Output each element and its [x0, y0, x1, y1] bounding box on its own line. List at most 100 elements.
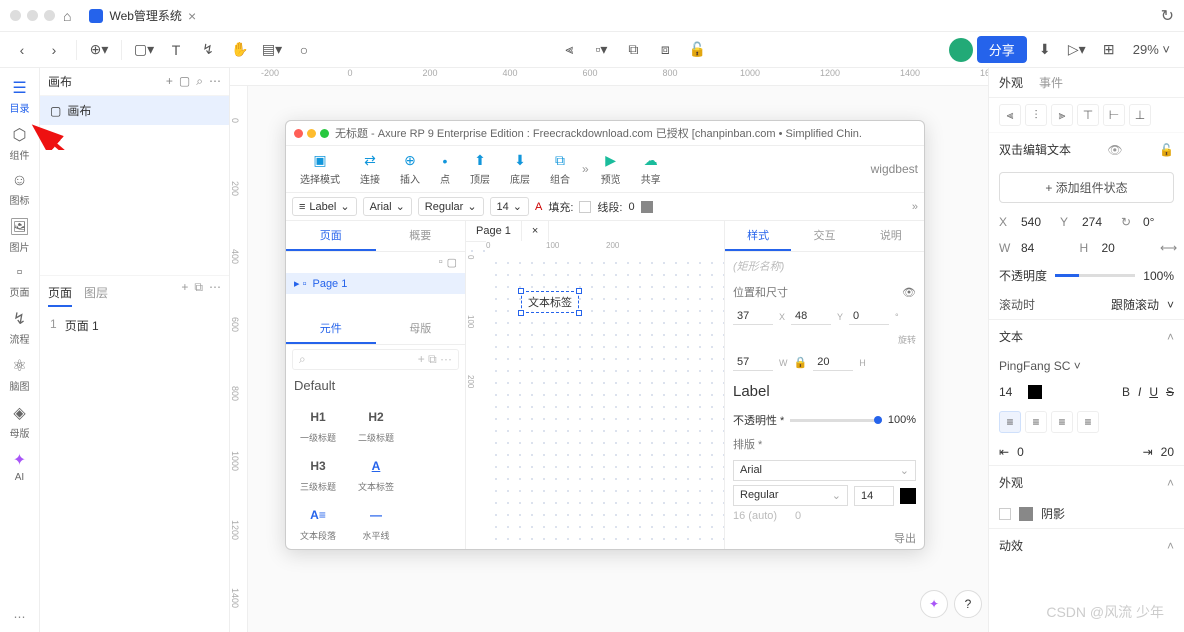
download-icon[interactable]: ⬇ [1031, 36, 1059, 64]
ax-y[interactable]: 48 [791, 308, 831, 325]
strike-icon[interactable]: S [1166, 385, 1174, 399]
ax-export[interactable]: 导出 [894, 530, 916, 546]
ax-tab-interact[interactable]: 交互 [791, 221, 857, 251]
text-tool[interactable]: T [162, 36, 190, 64]
lib-h3[interactable]: H3三级标题 [290, 450, 346, 497]
line-val[interactable]: 0 [628, 201, 634, 213]
ax-w[interactable]: 57 [733, 354, 773, 371]
rail-icons[interactable]: ☺图标 [0, 168, 39, 211]
share-button[interactable]: 分享 [977, 36, 1027, 63]
align-r-icon[interactable]: ⫸ [1051, 104, 1073, 126]
rail-more[interactable]: ⋯ [6, 602, 34, 632]
ax-search[interactable]: ⌕+ ⧉ ⋯ [292, 349, 459, 370]
ai-sparkle-button[interactable]: ✦ [920, 590, 948, 618]
ax-page-item[interactable]: ▸ ▫ Page 1 [286, 273, 465, 294]
color-swatch[interactable] [1028, 385, 1042, 399]
ax-selected-widget[interactable]: 文本标签 [521, 291, 579, 313]
ax-shape-name[interactable]: (矩形名称) [725, 252, 924, 280]
ax-tab-widgets[interactable]: 元件 [286, 314, 376, 344]
unlock-icon[interactable]: 🔓 [683, 36, 711, 64]
ax-tab-page[interactable]: 页面 [286, 221, 376, 251]
ax-select-mode[interactable]: ▣选择模式 [292, 150, 348, 188]
home-icon[interactable]: ⌂ [63, 8, 71, 24]
lib-h2[interactable]: H2二级标题 [348, 401, 404, 448]
rail-outline[interactable]: ☰目录 [0, 74, 39, 119]
ax-user[interactable]: wigdbest [871, 162, 918, 176]
browser-tab[interactable]: Web管理系统 × [79, 3, 206, 28]
ax-group[interactable]: ⧉组合 [542, 150, 578, 188]
add-canvas-icon[interactable]: + [166, 74, 173, 89]
ax-color-icon[interactable]: A [535, 201, 542, 213]
canvas-item[interactable]: ▢ 画布 [40, 96, 229, 125]
ax-x[interactable]: 37 [733, 308, 773, 325]
align-right-icon[interactable]: ≡ [1051, 411, 1073, 433]
add-icon[interactable]: ▫ [439, 256, 443, 269]
ax-opacity-val[interactable]: 100% [888, 414, 916, 426]
play-icon[interactable]: ▷▾ [1063, 36, 1091, 64]
eye-icon[interactable]: 👁 [1107, 143, 1122, 157]
close-icon[interactable]: × [188, 8, 196, 24]
rail-ai[interactable]: ✦AI [0, 446, 39, 487]
tab-layer[interactable]: 图层 [84, 280, 108, 307]
rect-tool[interactable]: ▢▾ [130, 36, 158, 64]
ax-tab-masters[interactable]: 母版 [376, 314, 466, 344]
ax-weight-dd[interactable]: Regular⌄ [733, 485, 848, 506]
ax-preview[interactable]: ▶预览 [593, 150, 629, 188]
align-b-icon[interactable]: ⊥ [1129, 104, 1151, 126]
ax-h[interactable]: 20 [813, 354, 853, 371]
ax-tab-notes[interactable]: 说明 [858, 221, 924, 251]
ax-size-dd[interactable]: 14 [854, 486, 894, 506]
chevron-down-icon[interactable]: ˅ [1167, 298, 1174, 312]
back-button[interactable]: ‹ [8, 36, 36, 64]
ax-color[interactable] [900, 488, 916, 504]
more-icon[interactable]: ⋯ [209, 280, 221, 307]
tab-page[interactable]: 页面 [48, 280, 72, 307]
lib-h1[interactable]: H1一级标题 [290, 401, 346, 448]
shape-tool[interactable]: ○ [290, 36, 318, 64]
align-left-icon[interactable]: ⫷ [555, 36, 583, 64]
text-section[interactable]: 文本˄ [989, 319, 1184, 353]
link-tool[interactable]: ↯ [194, 36, 222, 64]
help-button[interactable]: ? [954, 590, 982, 618]
align-justify-icon[interactable]: ≡ [1077, 411, 1099, 433]
effects-section[interactable]: 动效˄ [989, 528, 1184, 562]
rail-mindmap[interactable]: ⚛脑图 [0, 352, 39, 397]
search-icon[interactable]: ⌕ [196, 74, 203, 89]
page-row-1[interactable]: 1 页面 1 [40, 311, 229, 340]
lock-icon[interactable]: 🔒 [794, 356, 808, 369]
rail-flow[interactable]: ↯流程 [0, 305, 39, 350]
bold-icon[interactable]: B [1122, 385, 1130, 399]
align-center-icon[interactable]: ≡ [1025, 411, 1047, 433]
copy-icon[interactable]: ⧉ [194, 280, 203, 307]
hand-tool[interactable]: ✋ [226, 36, 254, 64]
ax-back[interactable]: ⬇底层 [502, 150, 538, 188]
layout-icon[interactable]: ⊞ [1095, 36, 1123, 64]
ax-rot[interactable]: 0 [849, 308, 889, 325]
group-icon[interactable]: ⧉ [619, 36, 647, 64]
unlock-icon[interactable]: 🔓 [1159, 143, 1174, 157]
axure-canvas[interactable]: Page 1× 0100200 0100200 文本标签 [466, 221, 724, 549]
ax-widget-type[interactable]: ≡ Label ⌄ [292, 197, 357, 216]
lib-label[interactable]: A文本标签 [348, 450, 404, 497]
lib-paragraph[interactable]: A≡文本段落 [290, 499, 346, 546]
constrain-icon[interactable]: ⟷ [1160, 241, 1174, 255]
rail-components[interactable]: ⬡组件 [0, 121, 39, 166]
ax-tab-outline[interactable]: 概要 [376, 221, 466, 251]
ax-font-dd[interactable]: Arial⌄ [733, 460, 916, 481]
add-button[interactable]: ⊕▾ [85, 36, 113, 64]
ax-insert[interactable]: ⊕插入 [392, 150, 428, 188]
underline-icon[interactable]: U [1149, 385, 1158, 399]
line-swatch[interactable] [641, 201, 653, 213]
ax-opacity-slider[interactable] [790, 419, 882, 422]
ax-spacing[interactable]: 0 [795, 510, 801, 522]
lib-hr[interactable]: —水平线 [348, 499, 404, 546]
shadow-checkbox[interactable] [999, 508, 1011, 520]
window-controls[interactable] [10, 10, 55, 21]
clip-icon[interactable]: ⧈ [651, 36, 679, 64]
scroll-value[interactable]: 跟随滚动 [1111, 296, 1159, 313]
ax-size[interactable]: 14 ⌄ [490, 197, 529, 216]
italic-icon[interactable]: I [1138, 385, 1141, 399]
align-t-icon[interactable]: ⊤ [1077, 104, 1099, 126]
align-left-icon[interactable]: ≡ [999, 411, 1021, 433]
rail-masters[interactable]: ◈母版 [0, 399, 39, 444]
